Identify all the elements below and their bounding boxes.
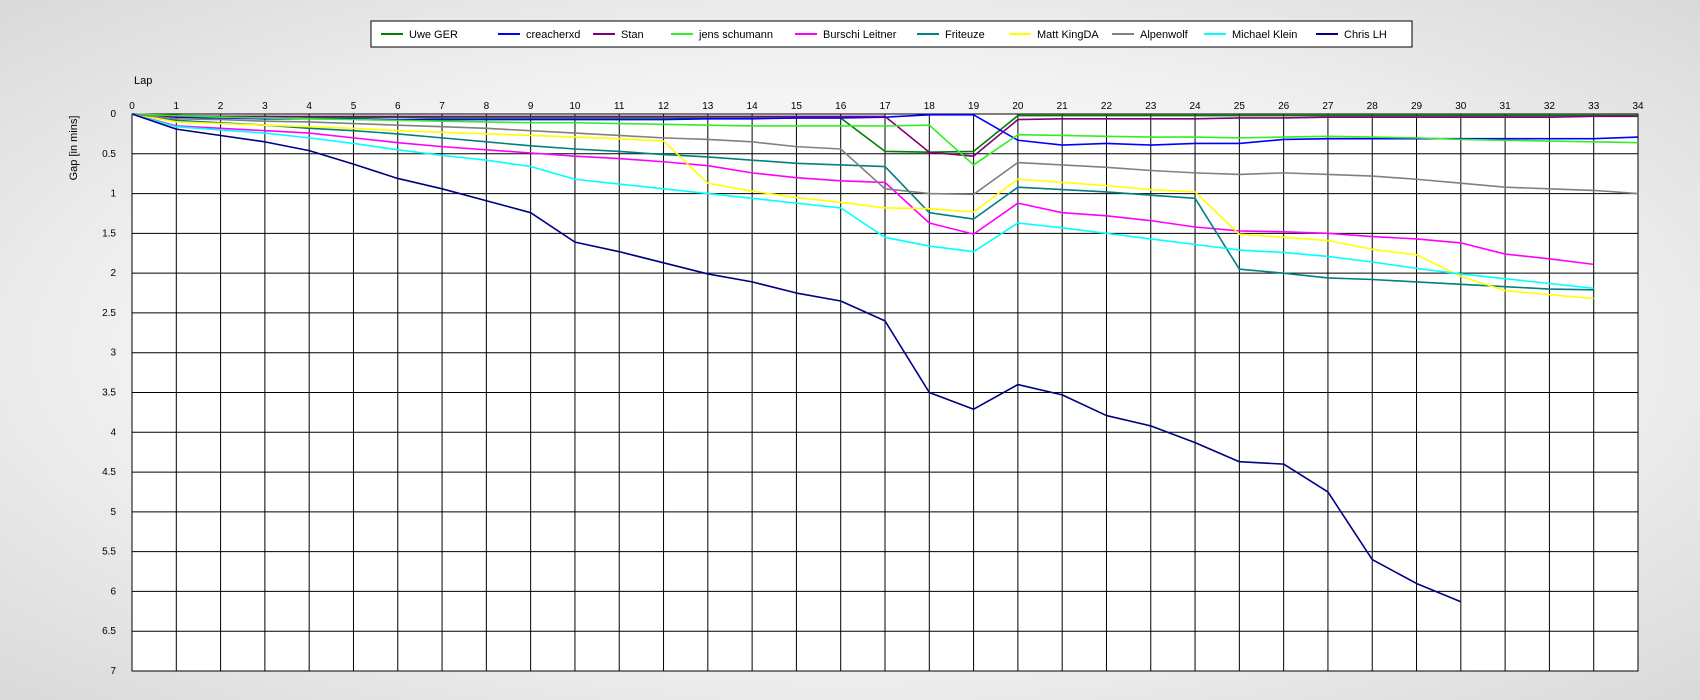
- y-tick-label: 6.5: [102, 626, 116, 637]
- y-tick-label: 5: [110, 507, 116, 518]
- legend-label: creacherxd: [526, 29, 580, 41]
- y-tick-label: 4: [110, 427, 116, 438]
- x-tick-label: 29: [1411, 101, 1423, 112]
- x-tick-label: 16: [835, 101, 847, 112]
- y-tick-label: 1: [110, 189, 116, 200]
- x-tick-label: 24: [1189, 101, 1201, 112]
- y-tick-labels: 0 0.5 1 1.5 2 2.5 3 3.5 4 4.5 5 5.5 6 6.5 7: [102, 109, 116, 677]
- legend: Uwe GER creacherxd Stan jens schumann Bursch…: [370, 20, 1413, 48]
- x-tick-label: 4: [306, 101, 312, 112]
- y-tick-label: 4.5: [102, 467, 116, 478]
- legend-label: Chris LH: [1344, 29, 1387, 41]
- x-tick-label: 7: [439, 101, 445, 112]
- lap-gap-chart: Uwe GER creacherxd Stan jens schumann Bursch…: [68, 20, 1644, 677]
- x-tick-label: 8: [484, 101, 490, 112]
- y-tick-label: 0.5: [102, 149, 116, 160]
- y-tick-label: 6: [110, 586, 116, 597]
- y-tick-label: 7: [110, 666, 116, 677]
- x-tick-label: 32: [1544, 101, 1556, 112]
- y-tick-label: 0: [110, 109, 116, 120]
- x-tick-label: 27: [1322, 101, 1334, 112]
- x-axis-label: Lap: [134, 75, 152, 87]
- x-tick-label: 5: [351, 101, 357, 112]
- x-tick-label: 22: [1101, 101, 1113, 112]
- x-tick-label: 9: [528, 101, 534, 112]
- x-tick-label: 20: [1012, 101, 1024, 112]
- y-axis-label: Gap [in mins]: [68, 116, 80, 181]
- x-tick-label: 34: [1632, 101, 1644, 112]
- legend-label: Matt KingDA: [1037, 29, 1099, 41]
- x-tick-labels: 0 1 2 3 4 5 6 7 8 9 10 11 12 13 14 15 16 17 18 19 20 21 22 23 24…: [129, 101, 1644, 112]
- x-tick-label: 1: [174, 101, 180, 112]
- y-tick-label: 3.5: [102, 388, 116, 399]
- x-tick-label: 21: [1057, 101, 1069, 112]
- y-tick-label: 1.5: [102, 228, 116, 239]
- x-tick-label: 26: [1278, 101, 1290, 112]
- x-tick-label: 3: [262, 101, 268, 112]
- x-tick-label: 0: [129, 101, 135, 112]
- x-tick-label: 2: [218, 101, 224, 112]
- x-tick-label: 14: [747, 101, 759, 112]
- x-tick-label: 6: [395, 101, 401, 112]
- legend-label: Uwe GER: [409, 29, 458, 41]
- legend-label: Michael Klein: [1232, 29, 1297, 41]
- x-tick-label: 18: [924, 101, 936, 112]
- x-tick-label: 23: [1145, 101, 1157, 112]
- x-tick-label: 13: [702, 101, 714, 112]
- y-tick-label: 2: [110, 268, 116, 279]
- y-tick-label: 5.5: [102, 547, 116, 558]
- x-tick-label: 33: [1588, 101, 1600, 112]
- x-tick-label: 28: [1367, 101, 1379, 112]
- legend-label: Burschi Leitner: [823, 29, 897, 41]
- x-tick-label: 17: [879, 101, 891, 112]
- x-tick-label: 31: [1500, 101, 1512, 112]
- x-tick-label: 11: [614, 101, 625, 112]
- y-tick-label: 3: [110, 348, 116, 359]
- x-tick-label: 25: [1234, 101, 1246, 112]
- x-tick-label: 15: [791, 101, 803, 112]
- legend-label: Alpenwolf: [1140, 29, 1189, 41]
- y-tick-label: 2.5: [102, 308, 116, 319]
- x-tick-label: 12: [658, 101, 670, 112]
- x-tick-label: 10: [569, 101, 581, 112]
- legend-label: jens schumann: [698, 29, 773, 41]
- legend-label: Stan: [621, 29, 644, 41]
- legend-label: Friteuze: [945, 29, 985, 41]
- x-tick-label: 30: [1455, 101, 1467, 112]
- x-tick-label: 19: [968, 101, 980, 112]
